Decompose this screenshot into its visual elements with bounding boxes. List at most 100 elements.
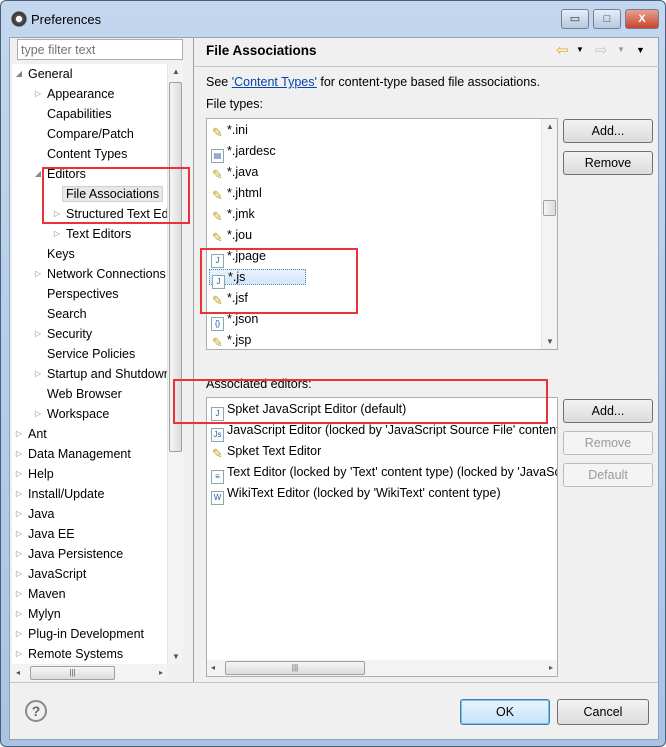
content-types-link[interactable]: 'Content Types': [232, 75, 317, 89]
expand-icon[interactable]: ▷: [14, 424, 24, 444]
list-item[interactable]: ≡ Text Editor (locked by 'Text' content t…: [211, 462, 557, 484]
json-file-icon: {}: [211, 317, 224, 331]
window-title: Preferences: [31, 12, 102, 27]
tree-item-label: Workspace: [47, 407, 110, 421]
tree-item[interactable]: ◢ General: [16, 64, 73, 84]
expand-icon[interactable]: ▷: [14, 564, 24, 584]
expand-icon[interactable]: ▷: [33, 84, 43, 104]
tree-item-label: Appearance: [47, 87, 115, 101]
tree-item[interactable]: ▷ Maven: [16, 584, 66, 604]
tree-item[interactable]: ▷ Appearance: [35, 84, 115, 104]
page-title: File Associations: [206, 43, 317, 58]
expand-icon[interactable]: ▷: [33, 324, 43, 344]
collapse-icon[interactable]: ◢: [14, 64, 24, 84]
forward-dropdown-icon[interactable]: ▼: [617, 45, 625, 54]
view-menu-icon[interactable]: ▼: [636, 45, 645, 55]
tree-item[interactable]: ▷ Mylyn: [16, 604, 61, 624]
associated-editors-list[interactable]: W WikiText Editor (locked by 'WikiText' c…: [206, 397, 558, 677]
tree-item[interactable]: Compare/Patch: [47, 124, 134, 144]
expand-icon[interactable]: ▷: [14, 484, 24, 504]
tree-item-label: Service Policies: [47, 347, 136, 361]
tree-item[interactable]: ▷ Java: [16, 504, 54, 524]
tree-item[interactable]: Search: [47, 304, 87, 324]
tree-item[interactable]: Perspectives: [47, 284, 119, 304]
tree-hscrollbar[interactable]: ◂ ||| ▸: [12, 665, 167, 681]
tree-item[interactable]: Content Types: [47, 144, 127, 164]
tree-item[interactable]: ▷ Ant: [16, 424, 47, 444]
preferences-tree: ◢ General ▷ Appearance Capabilities Compare/P…: [12, 64, 167, 664]
tree-item[interactable]: ▷ Data Management: [16, 444, 131, 464]
tree-item[interactable]: ▷ Security: [35, 324, 93, 344]
description: See 'Content Types' for content-type bas…: [206, 75, 540, 89]
tree-item-label: Keys: [47, 247, 75, 261]
default-editor-button[interactable]: Default: [563, 463, 653, 487]
expand-icon[interactable]: ▷: [14, 524, 24, 544]
tree-item-label: Perspectives: [47, 287, 119, 301]
tree-item[interactable]: ▷ Network Connections: [35, 264, 166, 284]
forward-arrow-icon[interactable]: ⇨: [595, 41, 608, 59]
expand-icon[interactable]: ▷: [52, 224, 62, 244]
editors-hscrollbar[interactable]: ◂ ||| ▸: [207, 660, 557, 676]
list-item[interactable]: ✎ *.java: [211, 162, 258, 183]
ok-button[interactable]: OK: [460, 699, 550, 725]
expand-icon[interactable]: ▷: [33, 404, 43, 424]
expand-icon[interactable]: ▷: [33, 364, 43, 384]
tree-item[interactable]: ▷ Text Editors: [54, 224, 131, 244]
list-item[interactable]: ✎ *.jmk: [211, 204, 255, 225]
expand-icon[interactable]: ▷: [14, 464, 24, 484]
tree-item[interactable]: ▷ JavaScript: [16, 564, 86, 584]
help-icon[interactable]: ?: [25, 700, 47, 722]
list-item[interactable]: ▤ *.jardesc: [211, 141, 276, 163]
minimize-button[interactable]: ▭: [561, 9, 589, 29]
maximize-button[interactable]: □: [593, 9, 621, 29]
list-item[interactable]: W WikiText Editor (locked by 'WikiText' c…: [211, 483, 501, 505]
tree-vscrollbar[interactable]: ▲ ▼: [167, 64, 183, 664]
tree-item[interactable]: Capabilities: [47, 104, 112, 124]
list-item[interactable]: ✎ *.jsp: [211, 330, 251, 349]
tree-item[interactable]: ▷ Plug-in Development: [16, 624, 144, 644]
tree-item-label: Security: [47, 327, 93, 341]
back-dropdown-icon[interactable]: ▼: [576, 45, 584, 54]
expand-icon[interactable]: ▷: [14, 624, 24, 644]
filter-input[interactable]: [17, 39, 183, 60]
tree-item[interactable]: ▷ Java EE: [16, 524, 75, 544]
tree-item[interactable]: ▷ Help: [16, 464, 54, 484]
expand-icon[interactable]: ▷: [14, 444, 24, 464]
file-types-label: File types:: [206, 97, 263, 111]
close-button[interactable]: X: [625, 9, 659, 29]
expand-icon[interactable]: ▷: [14, 504, 24, 524]
list-item-label: *.ini: [227, 123, 248, 137]
remove-file-type-button[interactable]: Remove: [563, 151, 653, 175]
file-types-list[interactable]: ✎ *.jsp{} *.json ✎ *.jsf J *.js J *.jpage ✎ *.jou ✎…: [206, 118, 558, 350]
sash-divider[interactable]: [193, 38, 194, 683]
tree-item[interactable]: ▷ Startup and Shutdown: [35, 364, 167, 384]
file-types-vscrollbar[interactable]: ▲ ▼: [541, 119, 557, 349]
tree-item[interactable]: Web Browser: [47, 384, 122, 404]
list-item[interactable]: ✎ *.jhtml: [211, 183, 262, 204]
expand-icon[interactable]: ▷: [14, 644, 24, 664]
tree-item-label: Java Persistence: [28, 547, 124, 561]
tree-item[interactable]: ▷ Remote Systems: [16, 644, 123, 664]
list-item-label: JavaScript Editor (locked by 'JavaScript…: [227, 423, 558, 437]
tree-item[interactable]: Service Policies: [47, 344, 135, 364]
list-item[interactable]: ✎ Spket Text Editor: [211, 441, 321, 462]
back-arrow-icon[interactable]: ⇦: [556, 41, 569, 59]
expand-icon[interactable]: ▷: [33, 264, 43, 284]
cancel-button[interactable]: Cancel: [557, 699, 649, 725]
remove-editor-button[interactable]: Remove: [563, 431, 653, 455]
preferences-window: Preferences ▭ □ X ◢ General ▷ Appearance Cap…: [0, 0, 666, 747]
expand-icon[interactable]: ▷: [14, 604, 24, 624]
expand-icon[interactable]: ▷: [14, 584, 24, 604]
tree-item[interactable]: ▷ Install/Update: [16, 484, 105, 504]
generic-file-icon: ✎: [212, 167, 223, 182]
tree-item[interactable]: ▷ Workspace: [35, 404, 110, 424]
tree-item[interactable]: ▷ Java Persistence: [16, 544, 124, 564]
add-file-type-button[interactable]: Add...: [563, 119, 653, 143]
tree-item-label: General: [28, 67, 73, 81]
expand-icon[interactable]: ▷: [14, 544, 24, 564]
add-editor-button[interactable]: Add...: [563, 399, 653, 423]
list-item-label: *.jardesc: [227, 144, 276, 158]
list-item[interactable]: ✎ *.ini: [211, 120, 248, 141]
list-item[interactable]: ✎ *.jou: [211, 225, 252, 246]
tree-item[interactable]: Keys: [47, 244, 75, 264]
